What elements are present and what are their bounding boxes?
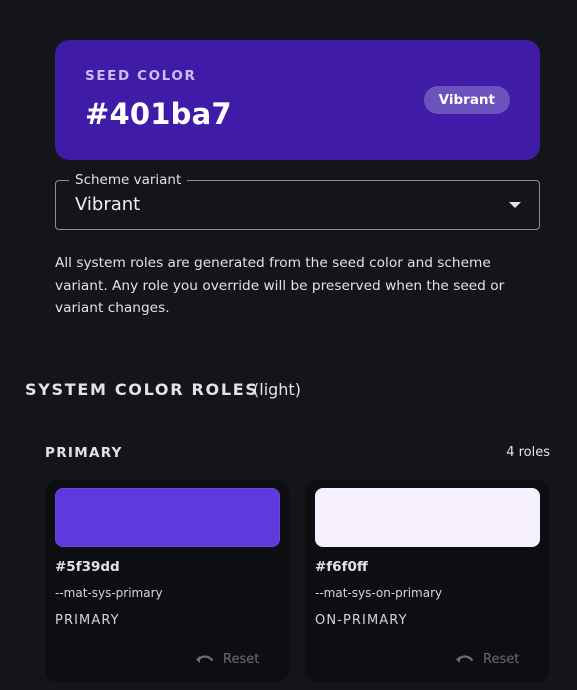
seed-color-label: SEED COLOR [85, 68, 197, 84]
seed-color-hex: #401ba7 [85, 97, 232, 131]
role-css-var: --mat-sys-primary [55, 586, 163, 600]
group-count: 4 roles [506, 445, 550, 460]
variant-chip: Vibrant [423, 86, 510, 114]
role-card-on-primary: #f6f0ff --mat-sys-on-primary ON-PRIMARY … [305, 480, 549, 682]
helper-text: All system roles are generated from the … [55, 255, 505, 316]
color-swatch[interactable] [55, 488, 280, 547]
role-css-var: --mat-sys-on-primary [315, 586, 443, 600]
undo-icon [196, 655, 214, 663]
role-name: ON-PRIMARY [315, 613, 408, 628]
section-mode: (light) [253, 380, 301, 399]
scheme-variant-label: Scheme variant [69, 172, 188, 188]
role-hex: #5f39dd [55, 559, 120, 575]
reset-label: Reset [223, 651, 260, 667]
role-hex: #f6f0ff [315, 559, 368, 575]
reset-label: Reset [483, 651, 520, 667]
section-title: SYSTEM COLOR ROLES [25, 380, 259, 399]
scheme-variant-value: Vibrant [75, 194, 141, 215]
role-card-primary: #5f39dd --mat-sys-primary PRIMARY Reset [45, 480, 289, 682]
scheme-variant-select[interactable]: Scheme variant Vibrant [55, 172, 540, 230]
color-swatch[interactable] [315, 488, 540, 547]
reset-button[interactable]: Reset [455, 650, 519, 668]
seed-color-card[interactable]: SEED COLOR #401ba7 Vibrant [55, 40, 540, 160]
undo-icon [456, 655, 474, 663]
reset-button[interactable]: Reset [195, 650, 259, 668]
role-name: PRIMARY [55, 613, 120, 628]
group-title: PRIMARY [45, 445, 123, 461]
theme-editor-panel: SEED COLOR #401ba7 Vibrant Scheme varian… [0, 0, 577, 690]
dropdown-arrow-icon[interactable] [509, 202, 521, 208]
